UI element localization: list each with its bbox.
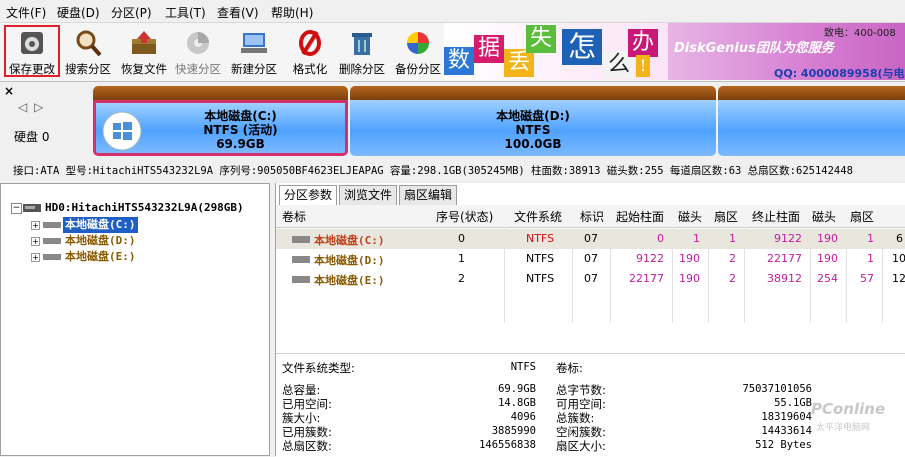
fs-type-label: 文件系统类型: [282, 361, 355, 375]
close-icon[interactable]: × [4, 84, 14, 98]
partition-block-c[interactable]: 本地磁盘(C:) NTFS (活动) 69.9GB [93, 86, 348, 156]
banner-tile: 数 [444, 47, 474, 75]
filesystem-details: 文件系统类型: NTFS 卷标: 总容量: 69.9GB 已用空间: 14.8G… [276, 353, 905, 457]
collapse-toggle-icon[interactable]: − [11, 203, 22, 214]
tree-item-disk[interactable]: HD0:HitachiHTS543232L9A(298GB) [45, 200, 244, 216]
new-partition-button[interactable]: 新建分区 [226, 25, 282, 77]
banner-tile: 办 [628, 29, 658, 57]
column-header[interactable]: 磁头 [678, 208, 702, 225]
disk-info-line: 接口:ATA 型号:HitachiHTS543232L9A 序列号:905050… [13, 165, 853, 177]
save-icon [21, 32, 43, 54]
quick-partition-button[interactable]: 快速分区 [170, 25, 226, 77]
tab-partition-params[interactable]: 分区参数 [279, 185, 338, 206]
support-banner[interactable]: 数 据 丢 失 怎 么 办 ! DiskGenius团队为您服务 致电：400-… [444, 23, 905, 80]
watermark-logo: PConline [811, 400, 886, 418]
banner-tile: 丢 [504, 49, 534, 77]
backup-partition-button[interactable]: 备份分区 [390, 25, 446, 77]
recover-files-button[interactable]: 恢复文件 [116, 25, 172, 77]
menu-view[interactable]: 查看(V) [217, 4, 259, 21]
column-header[interactable]: 卷标 [282, 208, 306, 225]
table-row[interactable]: 本地磁盘(C:) 0 NTFS 07 0 1 1 9122 190 1 6 [276, 229, 905, 249]
column-header[interactable]: 文件系统 [514, 208, 562, 225]
quick-partition-icon [187, 32, 209, 54]
disk-label: 硬盘 0 [14, 130, 50, 144]
banner-tile: 失 [526, 25, 556, 53]
format-icon [299, 30, 321, 56]
expand-toggle-icon[interactable]: + [31, 253, 40, 262]
column-header[interactable]: 扇区 [850, 208, 874, 225]
recover-icon [132, 31, 156, 54]
delete-partition-button[interactable]: 删除分区 [334, 25, 390, 77]
menu-help[interactable]: 帮助(H) [271, 4, 313, 21]
tree-item-partition-d[interactable]: 本地磁盘(D:) [65, 233, 136, 249]
partition-drive-icon [292, 236, 310, 243]
next-disk-arrow-icon[interactable]: ▷ [34, 100, 43, 114]
partition-name: 本地磁盘(D:) [496, 109, 570, 123]
watermark-sub: 太平洋电脑网 [816, 423, 871, 433]
table-row[interactable]: 本地磁盘(E:) 2 NTFS 07 22177 190 2 38912 254… [276, 269, 905, 289]
partition-block-e[interactable] [718, 86, 905, 156]
disk-map: × ◁ ▷ 硬盘 0 本地磁盘(C:) NTFS (活动) 69.9GB 本地磁… [0, 82, 905, 160]
delete-icon [352, 33, 372, 55]
partition-drive-icon [292, 256, 310, 263]
banner-tagline: DiskGenius团队为您服务 [674, 41, 834, 56]
column-header[interactable]: 扇区 [714, 208, 738, 225]
partition-fs: NTFS (活动) [203, 123, 278, 137]
new-partition-icon [241, 33, 267, 53]
banner-tile: ! [636, 55, 650, 77]
fs-type-value: NTFS [510, 361, 536, 373]
banner-tile: 据 [474, 35, 504, 63]
table-row[interactable]: 本地磁盘(D:) 1 NTFS 07 9122 190 2 22177 190 … [276, 249, 905, 269]
banner-tel: 致电：400-008 [824, 28, 896, 39]
menu-bar: 文件(F) 硬盘(D) 分区(P) 工具(T) 查看(V) 帮助(H) [0, 0, 905, 23]
column-header[interactable]: 终止柱面 [752, 208, 800, 225]
partition-size: 100.0GB [504, 137, 562, 151]
partition-drive-icon [43, 222, 61, 228]
tab-browse-files[interactable]: 浏览文件 [339, 185, 398, 205]
tab-sector-edit[interactable]: 扇区编辑 [399, 185, 458, 205]
tree-item-partition-e[interactable]: 本地磁盘(E:) [65, 249, 136, 265]
column-header[interactable]: 磁头 [812, 208, 836, 225]
menu-file[interactable]: 文件(F) [6, 4, 46, 21]
column-header[interactable]: 序号(状态) [436, 208, 493, 225]
partition-drive-icon [43, 238, 61, 244]
partition-table: 卷标 序号(状态) 文件系统 标识 起始柱面 磁头 扇区 终止柱面 磁头 扇区 … [276, 205, 905, 345]
format-button[interactable]: 格式化 [282, 25, 338, 77]
banner-tile: 怎 [562, 29, 602, 65]
partition-fs: NTFS [515, 123, 551, 137]
menu-tools[interactable]: 工具(T) [165, 4, 206, 21]
column-header[interactable]: 标识 [580, 208, 604, 225]
partition-name: 本地磁盘(C:) [204, 109, 277, 123]
search-partition-button[interactable]: 搜索分区 [60, 25, 116, 77]
partition-detail-panel: 分区参数 浏览文件 扇区编辑 卷标 序号(状态) 文件系统 标识 起始柱面 磁头… [275, 183, 905, 457]
column-header[interactable]: 起始柱面 [616, 208, 664, 225]
banner-qq: QQ: 4000089958(与电 [774, 67, 905, 80]
tree-item-partition-c[interactable]: 本地磁盘(C:) [63, 217, 138, 233]
save-changes-button[interactable]: 保存更改 [4, 25, 60, 77]
expand-toggle-icon[interactable]: + [31, 237, 40, 246]
partition-drive-icon [292, 276, 310, 283]
hard-disk-icon [23, 204, 41, 212]
backup-icon [407, 32, 429, 54]
expand-toggle-icon[interactable]: + [31, 221, 40, 230]
menu-partition[interactable]: 分区(P) [111, 4, 152, 21]
partition-drive-icon [43, 254, 61, 260]
disk-tree: − HD0:HitachiHTS543232L9A(298GB) + 本地磁盘(… [0, 183, 270, 456]
partition-size: 69.9GB [216, 137, 265, 151]
menu-disk[interactable]: 硬盘(D) [57, 4, 100, 21]
magnifier-icon [76, 30, 102, 57]
volume-label: 卷标: [556, 361, 583, 375]
partition-block-d[interactable]: 本地磁盘(D:) NTFS 100.0GB [350, 86, 716, 156]
prev-disk-arrow-icon[interactable]: ◁ [18, 100, 27, 114]
